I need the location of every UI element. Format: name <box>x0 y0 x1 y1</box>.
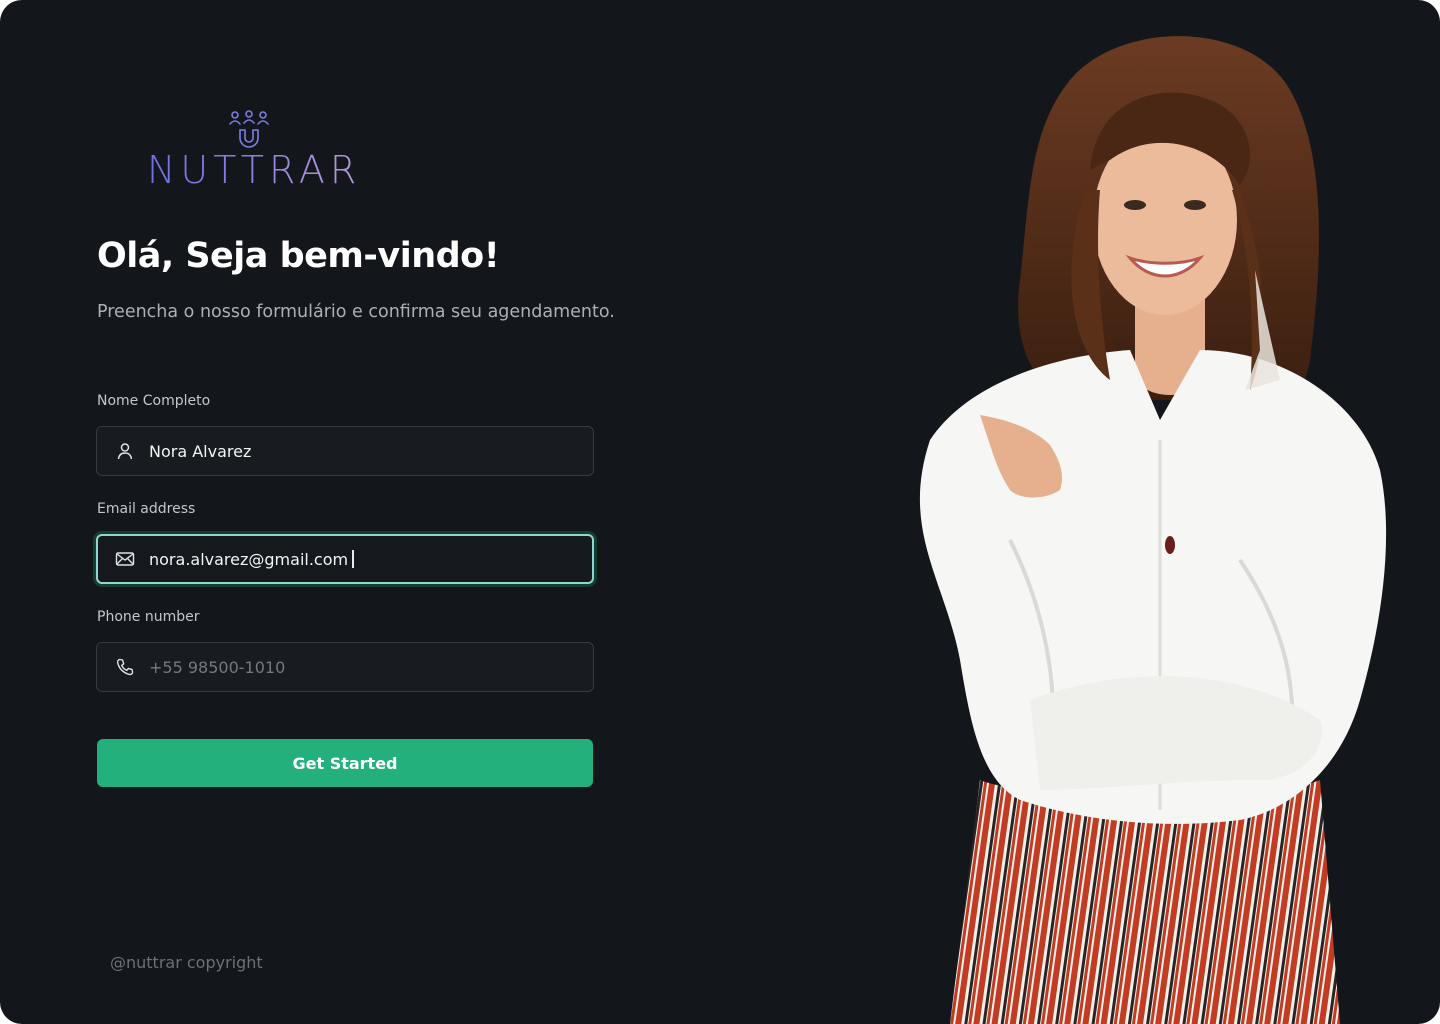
text-caret <box>352 549 354 568</box>
phone-label: Phone number <box>97 609 200 625</box>
phone-field[interactable]: +55 98500-1010 <box>96 642 594 692</box>
phone-icon <box>115 657 135 677</box>
user-icon <box>115 441 135 461</box>
email-label: Email address <box>97 501 196 517</box>
woman-pointing-photo <box>919 36 1387 1024</box>
page-subtitle: Preencha o nosso formulário e confirma s… <box>97 302 615 322</box>
email-value: nora.alvarez@gmail.com <box>149 549 354 569</box>
copyright-text: @nuttrar copyright <box>110 953 263 972</box>
get-started-button[interactable]: Get Started <box>97 739 593 787</box>
mail-icon <box>115 549 135 569</box>
signup-page: NUTTRAR Olá, Seja bem-vindo! Preencha o … <box>0 0 1440 1024</box>
page-title: Olá, Seja bem-vindo! <box>97 236 500 276</box>
name-value: Nora Alvarez <box>149 441 252 461</box>
name-label: Nome Completo <box>97 393 211 409</box>
people-magnet-icon <box>229 110 269 148</box>
brand-logo: NUTTRAR <box>147 108 356 190</box>
phone-placeholder: +55 98500-1010 <box>149 657 286 677</box>
email-field[interactable]: nora.alvarez@gmail.com <box>96 534 594 584</box>
name-field[interactable]: Nora Alvarez <box>96 426 594 476</box>
brand-wordmark: NUTTRAR <box>147 148 362 192</box>
